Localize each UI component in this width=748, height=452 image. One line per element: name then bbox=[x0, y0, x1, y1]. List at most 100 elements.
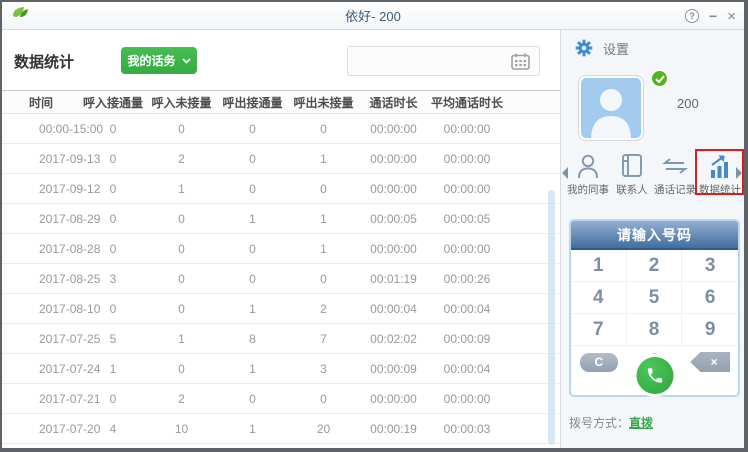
table-cell: 00:00:05 bbox=[359, 204, 428, 234]
dialpad-key-3[interactable]: 3 bbox=[682, 250, 738, 282]
table-cell: 0 bbox=[217, 144, 288, 174]
person-icon bbox=[576, 153, 600, 179]
calendar-icon[interactable] bbox=[511, 53, 530, 70]
table-cell: 00:02:02 bbox=[359, 324, 428, 354]
help-button[interactable]: ? bbox=[685, 9, 699, 23]
table-row[interactable]: 00:00-15:00000000:00:0000:00:00 bbox=[2, 114, 560, 144]
dial-mode-link[interactable]: 直拨 bbox=[629, 416, 653, 430]
column-header: 呼出未接量 bbox=[288, 91, 359, 114]
table-row[interactable]: 2017-08-25300000:01:1900:00:26 bbox=[2, 264, 560, 294]
table-cell: 8 bbox=[217, 324, 288, 354]
person-silhouette-icon bbox=[581, 78, 641, 138]
avatar[interactable] bbox=[579, 76, 643, 140]
table-cell: 00:00:00 bbox=[428, 174, 506, 204]
table-row[interactable]: 2017-07-24101300:00:0900:00:04 bbox=[2, 354, 560, 384]
column-header: 时间 bbox=[2, 91, 80, 114]
dialpad-key-5[interactable]: 5 bbox=[627, 282, 683, 314]
nav-scroll-right-icon[interactable] bbox=[736, 167, 742, 179]
table-cell: 2017-07-24 bbox=[2, 354, 80, 384]
table-cell: 00:00:04 bbox=[428, 294, 506, 324]
table-cell: 2017-09-12 bbox=[2, 174, 80, 204]
phone-handset-icon bbox=[645, 366, 664, 385]
table-row[interactable]: 2017-07-25518700:02:0200:00:09 bbox=[2, 324, 560, 354]
table-cell: 2 bbox=[146, 144, 217, 174]
table-cell: 0 bbox=[288, 174, 359, 204]
call-button[interactable] bbox=[636, 357, 673, 394]
chevron-down-icon bbox=[182, 58, 191, 64]
online-status-icon bbox=[651, 70, 668, 87]
my-traffic-dropdown-button[interactable]: 我的话务 bbox=[121, 47, 197, 74]
table-cell: 2017-08-28 bbox=[2, 234, 80, 264]
table-cell: 2017-07-25 bbox=[2, 324, 80, 354]
table-header-row: 时间呼入接通量呼入未接量呼出接通量呼出未接量通话时长平均通话时长 bbox=[2, 91, 560, 114]
table-cell: 0 bbox=[217, 384, 288, 414]
titlebar: 依好- 200 ? − × bbox=[2, 2, 744, 30]
my-traffic-label: 我的话务 bbox=[127, 52, 175, 69]
table-cell: 00:00:00 bbox=[428, 234, 506, 264]
column-header: 呼入接通量 bbox=[80, 91, 146, 114]
minimize-button[interactable]: − bbox=[709, 9, 717, 23]
table-cell: 2017-07-20 bbox=[2, 414, 80, 444]
date-range-input[interactable] bbox=[347, 46, 540, 76]
table-cell: 00:00:00 bbox=[428, 144, 506, 174]
table-cell: 1 bbox=[288, 144, 359, 174]
settings-label: 设置 bbox=[603, 39, 629, 58]
table-cell: 2017-08-10 bbox=[2, 294, 80, 324]
page-title: 数据统计 bbox=[14, 51, 74, 72]
table-cell: 1 bbox=[217, 204, 288, 234]
table-cell: 00:00:09 bbox=[428, 324, 506, 354]
nav-item-contacts[interactable]: 联系人 bbox=[610, 153, 654, 197]
table-cell: 0 bbox=[217, 114, 288, 144]
table-cell: 00:00:26 bbox=[428, 264, 506, 294]
table-cell: 0 bbox=[146, 204, 217, 234]
column-header: 呼出接通量 bbox=[217, 91, 288, 114]
table-cell: 00:00:09 bbox=[359, 354, 428, 384]
vertical-scrollbar[interactable] bbox=[548, 190, 555, 445]
dialpad-key-6[interactable]: 6 bbox=[682, 282, 738, 314]
dialpad-key-8[interactable]: 8 bbox=[627, 314, 683, 346]
table-row[interactable]: 2017-08-10001200:00:0400:00:04 bbox=[2, 294, 560, 324]
settings-row[interactable]: 设置 bbox=[574, 38, 629, 58]
table-cell: 00:00:00 bbox=[359, 384, 428, 414]
dialpad: 请输入号码 123456789 C 0 × bbox=[569, 219, 740, 397]
dialpad-key-9[interactable]: 9 bbox=[682, 314, 738, 346]
table-cell: 0 bbox=[146, 264, 217, 294]
dial-mode-label: 拨号方式： bbox=[569, 416, 629, 430]
sidebar: 设置 200 bbox=[560, 30, 744, 448]
table-cell: 00:00-15:00 bbox=[2, 114, 80, 144]
table-cell: 0 bbox=[217, 174, 288, 204]
table-row[interactable]: 2017-09-12010000:00:0000:00:00 bbox=[2, 174, 560, 204]
app-window: 依好- 200 ? − × 数据统计 我的话务 bbox=[0, 0, 748, 452]
dialpad-key-4[interactable]: 4 bbox=[571, 282, 627, 314]
table-cell: 2 bbox=[146, 384, 217, 414]
dialpad-backspace-button[interactable]: × bbox=[690, 352, 730, 372]
nav-item-call-history[interactable]: 通话记录 bbox=[653, 153, 697, 197]
stats-panel: 数据统计 我的话务 bbox=[2, 30, 560, 448]
table-row[interactable]: 2017-07-21020000:00:0000:00:00 bbox=[2, 384, 560, 414]
table-cell: 2017-08-25 bbox=[2, 264, 80, 294]
table-cell: 00:00:00 bbox=[359, 114, 428, 144]
dialpad-key-1[interactable]: 1 bbox=[571, 250, 627, 282]
window-title: 依好- 200 bbox=[2, 6, 744, 25]
table-cell: 0 bbox=[146, 114, 217, 144]
table-cell: 1 bbox=[217, 414, 288, 444]
nav-item-colleagues[interactable]: 我的同事 bbox=[566, 153, 610, 197]
table-cell: 0 bbox=[146, 354, 217, 384]
table-row[interactable]: 2017-08-28000100:00:0000:00:00 bbox=[2, 234, 560, 264]
dialpad-clear-button[interactable]: C bbox=[580, 353, 618, 372]
dialpad-key-7[interactable]: 7 bbox=[571, 314, 627, 346]
table-row[interactable]: 2017-07-2041012000:00:1900:00:03 bbox=[2, 414, 560, 444]
table-cell: 1 bbox=[146, 174, 217, 204]
window-controls: ? − × bbox=[685, 2, 736, 30]
table-row[interactable]: 2017-09-13020100:00:0000:00:00 bbox=[2, 144, 560, 174]
table-cell: 00:00:00 bbox=[428, 114, 506, 144]
close-button[interactable]: × bbox=[727, 9, 736, 24]
table-cell: 2017-09-13 bbox=[2, 144, 80, 174]
table-row[interactable]: 2017-08-29001100:00:0500:00:05 bbox=[2, 204, 560, 234]
table-cell: 00:00:00 bbox=[359, 234, 428, 264]
table-cell: 0 bbox=[288, 384, 359, 414]
table-cell: 10 bbox=[146, 414, 217, 444]
dialpad-number-display[interactable]: 请输入号码 bbox=[571, 221, 738, 250]
dialpad-key-2[interactable]: 2 bbox=[627, 250, 683, 282]
column-header: 呼入未接量 bbox=[146, 91, 217, 114]
